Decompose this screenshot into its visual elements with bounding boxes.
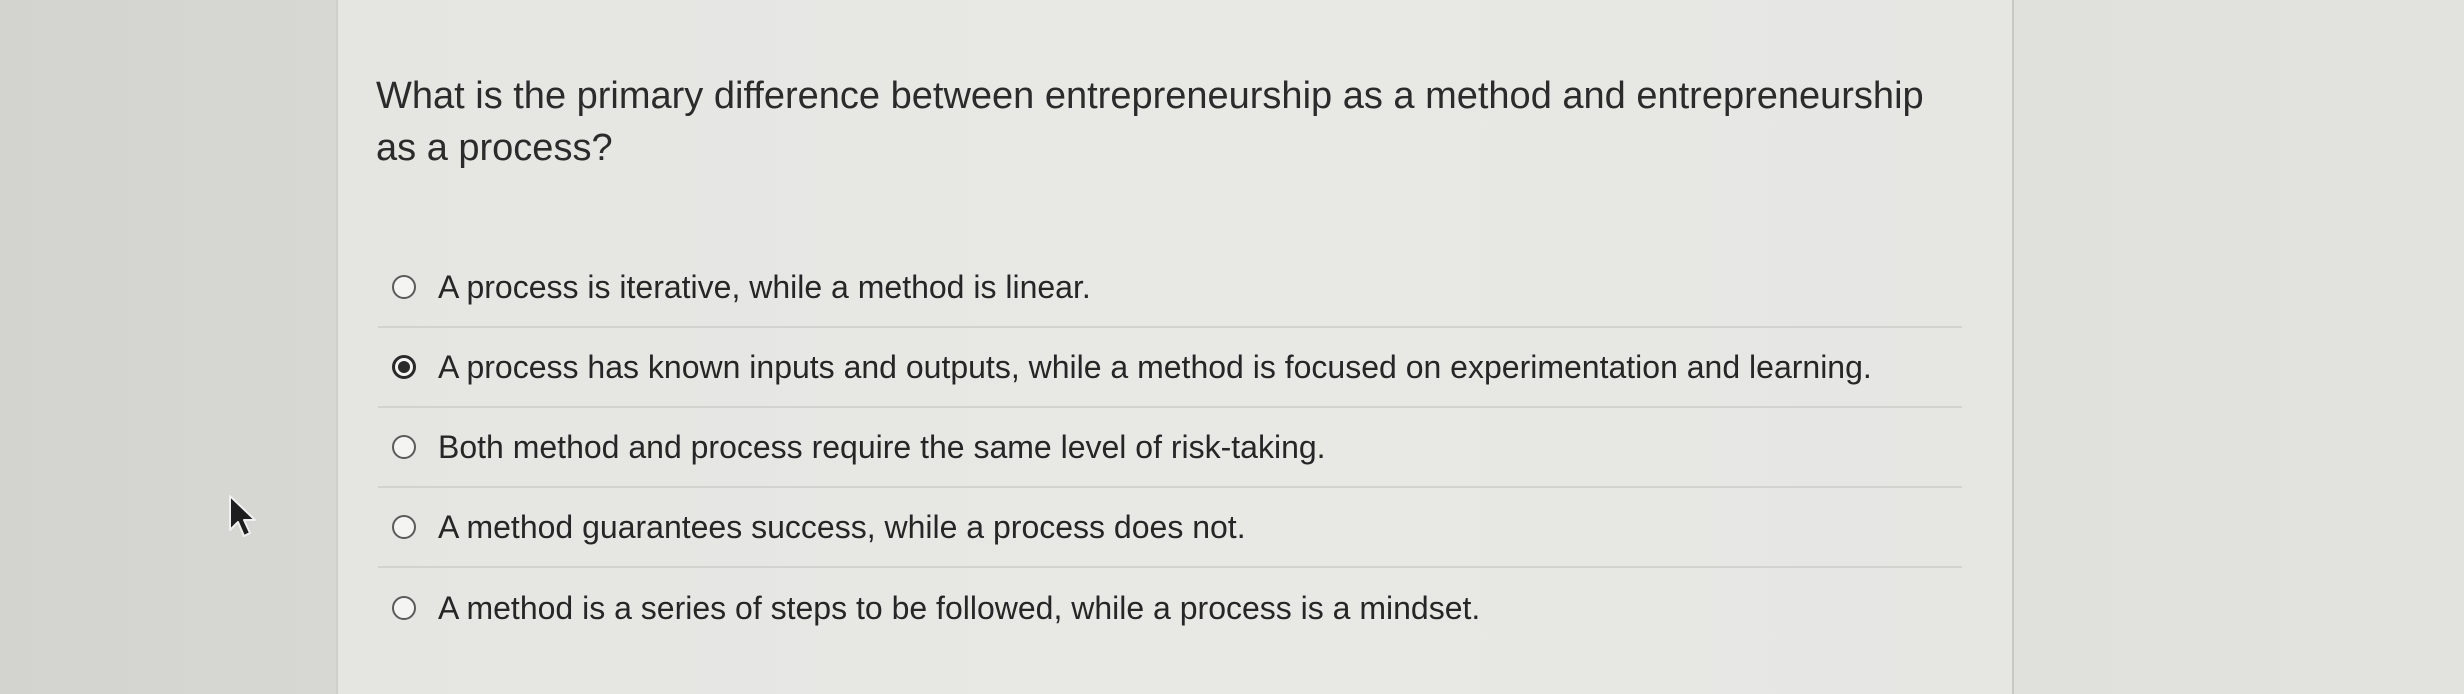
screen: What is the primary difference between e… <box>0 0 2464 694</box>
answer-option-1[interactable]: A process is iterative, while a method i… <box>378 248 1962 328</box>
answer-options: A process is iterative, while a method i… <box>378 248 1962 648</box>
radio-unchecked-icon[interactable] <box>392 596 416 620</box>
answer-option-label: A method guarantees success, while a pro… <box>438 508 1246 545</box>
answer-option-label: Both method and process require the same… <box>438 428 1326 465</box>
answer-option-label: A process has known inputs and outputs, … <box>438 348 1872 385</box>
radio-unchecked-icon[interactable] <box>392 435 416 459</box>
answer-option-3[interactable]: Both method and process require the same… <box>378 408 1962 488</box>
answer-option-label: A method is a series of steps to be foll… <box>438 589 1481 626</box>
answer-option-2[interactable]: A process has known inputs and outputs, … <box>378 328 1962 408</box>
radio-unchecked-icon[interactable] <box>392 275 416 299</box>
answer-option-4[interactable]: A method guarantees success, while a pro… <box>378 488 1962 568</box>
radio-checked-icon[interactable] <box>392 355 416 379</box>
question-text: What is the primary difference between e… <box>376 75 1924 169</box>
mouse-pointer-icon <box>229 495 256 537</box>
answer-option-5[interactable]: A method is a series of steps to be foll… <box>378 568 1962 648</box>
answer-option-label: A process is iterative, while a method i… <box>438 268 1091 305</box>
radio-unchecked-icon[interactable] <box>392 515 416 539</box>
question-card: What is the primary difference between e… <box>336 0 2014 694</box>
